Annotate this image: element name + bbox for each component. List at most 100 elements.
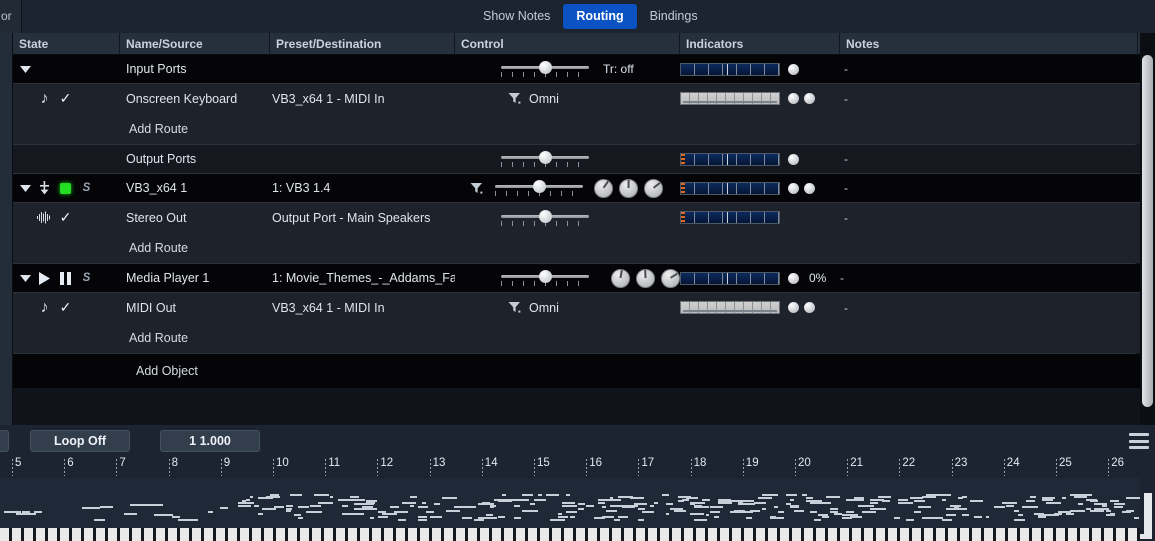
knob-2[interactable] (636, 268, 655, 288)
midi-note (178, 519, 198, 522)
column-header-control[interactable]: Control (455, 32, 680, 55)
row-notes[interactable]: - (840, 174, 1138, 202)
timeline-ruler[interactable]: 5 6 7 8 9 10 11 12 13 14 15 16 17 18 19 20 21 22 23 24 25 26 (0, 457, 1140, 477)
add-route-label[interactable]: Add Route (13, 331, 188, 345)
solo-button[interactable]: S (76, 182, 97, 194)
knob-2[interactable] (619, 178, 638, 198)
midi-channel-label[interactable]: Omni (529, 92, 559, 106)
timeline-tick-bar (220, 459, 222, 476)
position-display[interactable]: 1 1.000 (160, 430, 260, 452)
scrollbar-thumb[interactable] (1142, 55, 1153, 407)
timeline-tick-bar (168, 459, 170, 476)
row-control-cell (455, 264, 680, 292)
column-header-state[interactable]: State (13, 32, 120, 55)
midi-filter-icon[interactable] (501, 301, 527, 314)
loop-toggle-button[interactable]: Loop Off (30, 430, 130, 452)
midi-note (34, 510, 43, 513)
column-header-preset[interactable]: Preset/Destination (270, 32, 455, 55)
solo-button[interactable]: S (76, 272, 97, 284)
volume-slider[interactable] (501, 60, 589, 78)
midi-note (142, 504, 163, 506)
transpose-label[interactable]: Tr: off (603, 62, 634, 76)
status-led[interactable] (55, 182, 76, 194)
midi-note (538, 494, 542, 496)
table-row[interactable]: ✓ Stereo Out Output Port - Main Speakers (13, 203, 1140, 232)
pause-icon[interactable] (55, 271, 76, 285)
timeline-tick-bar (586, 459, 588, 476)
midi-note (562, 501, 575, 504)
grid-vertical-scrollbar[interactable] (1140, 33, 1155, 425)
knob-1[interactable] (611, 268, 630, 288)
midi-note (1126, 497, 1140, 500)
chevron-down-icon[interactable] (16, 184, 34, 192)
knob-3[interactable] (644, 178, 663, 198)
volume-slider[interactable] (501, 209, 589, 227)
row-notes[interactable]: - (840, 203, 1138, 232)
table-row[interactable]: Output Ports - (13, 145, 1140, 174)
enabled-check-icon[interactable]: ✓ (55, 90, 76, 107)
midi-note (366, 501, 375, 504)
enabled-check-icon[interactable]: ✓ (55, 299, 76, 316)
add-route-label[interactable]: Add Route (13, 122, 188, 136)
row-indicator-cell: 0% (680, 264, 840, 292)
playhead-marker[interactable] (1144, 493, 1152, 539)
midi-note (610, 498, 622, 501)
tab-bindings[interactable]: Bindings (637, 4, 711, 29)
midi-note (958, 507, 967, 510)
grid-left-gutter (0, 33, 13, 425)
midi-activity-meter (680, 62, 780, 76)
chevron-down-icon[interactable] (16, 274, 34, 282)
add-route-row[interactable]: Add Route (13, 232, 1140, 263)
volume-slider[interactable] (501, 150, 589, 168)
knob-1[interactable] (594, 178, 613, 198)
volume-slider[interactable] (495, 179, 583, 197)
timeline-measure-number: 11 (328, 457, 341, 469)
row-notes[interactable]: - (840, 84, 1138, 113)
add-object-row[interactable]: Add Object (13, 354, 1140, 388)
table-row[interactable]: S Media Player 1 1: Movie_Themes_-_Addam… (13, 264, 1140, 293)
midi-note (514, 517, 522, 520)
column-header-name[interactable]: Name/Source (120, 32, 270, 55)
row-notes[interactable]: - (840, 293, 1138, 322)
transport-left-stub[interactable] (0, 430, 9, 452)
midi-note (666, 512, 670, 515)
timeline-measure-number: 23 (954, 457, 968, 469)
left-edge-tab-stub[interactable]: or (0, 0, 22, 33)
row-notes[interactable]: - (840, 55, 1138, 83)
table-row[interactable]: S VB3_x64 1 1: VB3 1.4 - (13, 174, 1140, 203)
column-header-notes[interactable]: Notes (840, 32, 1138, 55)
midi-note (82, 507, 101, 510)
table-row[interactable]: Input Ports Tr: off - (13, 55, 1140, 84)
add-object-label[interactable]: Add Object (13, 364, 198, 378)
midi-channel-label[interactable]: Omni (529, 301, 559, 315)
midi-filter-icon[interactable] (463, 182, 489, 195)
midi-note (1114, 506, 1123, 509)
play-icon[interactable] (34, 271, 55, 285)
midi-note (1110, 512, 1115, 515)
midi-note (446, 509, 460, 512)
midi-note (22, 510, 31, 513)
row-notes[interactable]: - (840, 145, 1138, 173)
table-row[interactable]: ♪ ✓ MIDI Out VB3_x64 1 - MIDI In Omni - (13, 293, 1140, 322)
music-note-icon: ♪ (40, 298, 49, 316)
add-route-row[interactable]: Add Route (13, 113, 1140, 144)
add-route-row[interactable]: Add Route (13, 322, 1140, 353)
hamburger-icon[interactable] (1129, 433, 1149, 449)
midi-plug-icon[interactable] (34, 181, 55, 195)
midi-note (410, 504, 414, 507)
tab-show-notes[interactable]: Show Notes (470, 4, 563, 29)
row-notes[interactable]: - (840, 264, 1138, 292)
table-row[interactable]: ♪ ✓ Onscreen Keyboard VB3_x64 1 - MIDI I… (13, 84, 1140, 113)
tab-routing[interactable]: Routing (563, 4, 637, 29)
volume-slider[interactable] (501, 269, 589, 287)
chevron-down-icon[interactable] (16, 65, 34, 73)
view-tabs: Show Notes Routing Bindings (470, 4, 711, 29)
column-header-indicators[interactable]: Indicators (680, 32, 840, 55)
enabled-check-icon[interactable]: ✓ (55, 209, 76, 226)
piano-keyboard-strip[interactable] (0, 528, 1140, 541)
timeline-tick-bar (64, 459, 66, 476)
add-route-label[interactable]: Add Route (13, 241, 188, 255)
knob-3[interactable] (661, 268, 680, 288)
midi-filter-icon[interactable] (501, 92, 527, 105)
midi-note (1126, 509, 1135, 512)
